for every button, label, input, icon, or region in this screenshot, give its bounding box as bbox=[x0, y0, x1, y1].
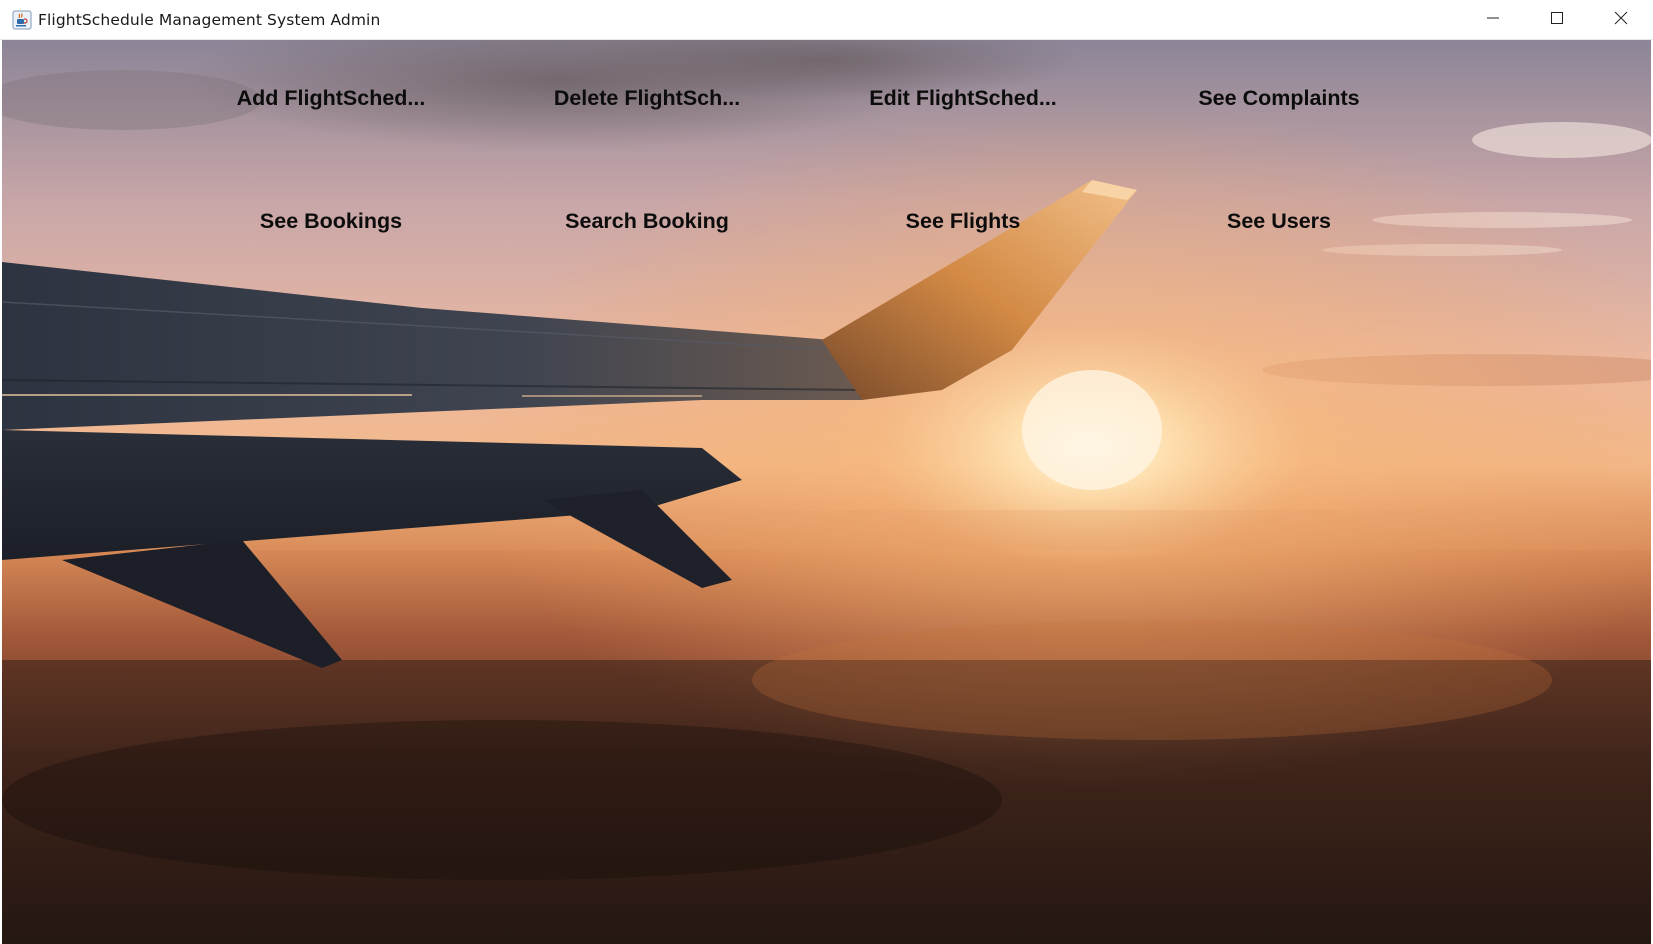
see-complaints-button[interactable]: See Complaints bbox=[1129, 78, 1429, 118]
java-cup-icon bbox=[11, 9, 33, 31]
delete-flightschedule-button[interactable]: Delete FlightSch... bbox=[497, 78, 797, 118]
main-panel: Add FlightSched... Delete FlightSch... E… bbox=[2, 40, 1651, 944]
airplane-wing-sunset-image bbox=[2, 40, 1651, 944]
minimize-button[interactable] bbox=[1461, 0, 1525, 40]
close-button[interactable] bbox=[1589, 0, 1653, 40]
title-bar[interactable]: FlightSchedule Management System Admin bbox=[0, 0, 1653, 40]
see-users-button[interactable]: See Users bbox=[1129, 201, 1429, 241]
window-controls bbox=[1461, 0, 1653, 40]
see-flights-button[interactable]: See Flights bbox=[813, 201, 1113, 241]
window-title: FlightSchedule Management System Admin bbox=[38, 10, 381, 29]
maximize-icon bbox=[1550, 11, 1564, 30]
maximize-button[interactable] bbox=[1525, 0, 1589, 40]
app-window: FlightSchedule Management System Admin A… bbox=[0, 0, 1653, 944]
add-flightschedule-button[interactable]: Add FlightSched... bbox=[181, 78, 481, 118]
see-bookings-button[interactable]: See Bookings bbox=[181, 201, 481, 241]
minimize-icon bbox=[1486, 11, 1500, 30]
edit-flightschedule-button[interactable]: Edit FlightSched... bbox=[813, 78, 1113, 118]
close-icon bbox=[1614, 11, 1628, 30]
search-booking-button[interactable]: Search Booking bbox=[497, 201, 797, 241]
